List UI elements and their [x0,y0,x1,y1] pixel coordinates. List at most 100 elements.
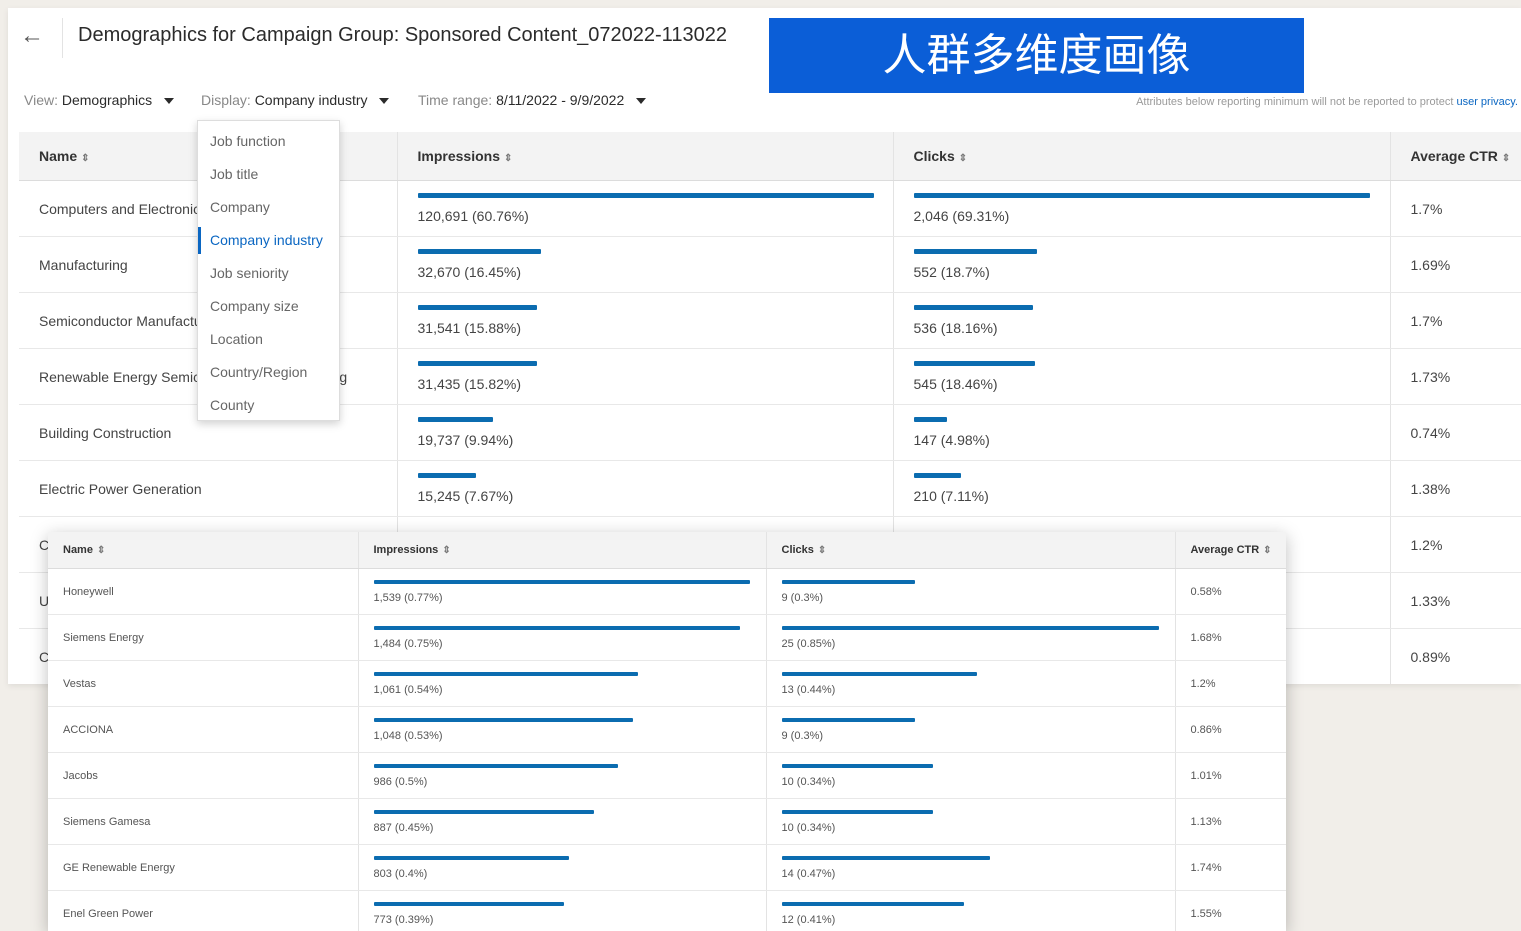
bar-fill [913,249,1037,254]
column-header-name[interactable]: Name ⇕ [48,532,358,569]
back-button[interactable]: ← [18,22,46,50]
clicks-cell-text: 536 (18.16%) [913,320,998,336]
time-range-filter[interactable]: Time range: 8/11/2022 - 9/9/2022 [418,92,647,108]
view-filter[interactable]: View: Demographics [24,92,175,108]
dropdown-option[interactable]: Job function [198,125,339,158]
clicks-cell-text: 13 (0.44%) [781,683,836,696]
clicks-cell: 536 (18.16%) [892,292,1390,349]
sort-icon: ⇕ [503,153,513,164]
ctr-text: 0.74% [1410,424,1451,441]
display-filter[interactable]: Display: Company industry [201,92,390,108]
clicks-cell: 14 (0.47%) [765,844,1175,891]
dropdown-option[interactable]: Job seniority [198,257,339,290]
column-header-clicks[interactable]: Clicks ⇕ [765,532,1175,569]
ctr-text: 1.7% [1410,200,1443,217]
sort-icon: ⇕ [81,153,90,164]
ctr-text: 0.89% [1410,648,1451,665]
ctr-cell: 1.01% [1174,752,1286,799]
impressions-cell-text: 15,245 (7.67%) [417,488,514,504]
ctr-cell: 1.2% [1174,660,1286,707]
bar-fill [913,417,947,422]
row-name: GE Renewable Energy [48,844,358,891]
clicks-cell: 12 (0.41%) [765,890,1175,931]
bar-fill [373,717,633,722]
ctr-text: 1.55% [1190,907,1222,920]
row-name: Honeywell [48,568,358,615]
clicks-cell: 147 (4.98%) [892,404,1390,461]
impressions-cell-text: 1,061 (0.54%) [373,683,443,696]
row-name-text: Honeywell [63,585,114,598]
clicks-cell-text: 10 (0.34%) [781,775,836,788]
ctr-text: 1.2% [1410,536,1443,553]
caret-down-icon [379,98,390,105]
dropdown-option[interactable]: Company industry [198,224,339,257]
ctr-cell: 0.86% [1174,706,1286,753]
dropdown-option[interactable]: Country/Region [198,356,339,389]
ctr-text: 1.2% [1190,677,1216,690]
display-filter-label: Display: [201,92,251,108]
impressions-cell-text: 773 (0.39%) [373,913,434,926]
ctr-cell: 0.58% [1174,568,1286,615]
clicks-cell: 10 (0.34%) [765,752,1175,799]
impressions-cell: 32,670 (16.45%) [396,236,893,293]
column-header-impressions[interactable]: Impressions ⇕ [396,132,893,181]
impressions-cell-text: 1,539 (0.77%) [373,591,443,604]
ctr-cell: 1.2% [1389,516,1521,573]
clicks-cell: 25 (0.85%) [765,614,1175,661]
table-row[interactable]: Siemens Gamesa 887 (0.45%) 10 (0.34%) 1.13% [48,798,1286,845]
row-name-text: Manufacturing [39,256,128,273]
header-divider [62,18,63,58]
dropdown-option[interactable]: Job title [198,158,339,191]
sort-icon: ⇕ [1501,153,1511,164]
row-name-text: Vestas [63,677,97,690]
table-row[interactable]: Honeywell 1,539 (0.77%) 9 (0.3%) 0.58% [48,568,1286,615]
impressions-cell: 120,691 (60.76%) [396,180,893,237]
impressions-cell: 986 (0.5%) [357,752,766,799]
ctr-text: 1.7% [1410,312,1443,329]
impressions-cell-text: 120,691 (60.76%) [417,208,529,224]
column-header-label: Name [63,544,93,556]
impressions-cell-text: 887 (0.45%) [373,821,434,834]
row-name: Vestas [48,660,358,707]
table-row[interactable]: GE Renewable Energy 803 (0.4%) 14 (0.47%) 1… [48,844,1286,891]
table-row[interactable]: ACCIONA 1,048 (0.53%) 9 (0.3%) 0.86% [48,706,1286,753]
clicks-cell-text: 10 (0.34%) [781,821,836,834]
user-privacy-link[interactable]: user privacy. [1456,96,1518,108]
column-header-ctr[interactable]: Average CTR ⇕ [1174,532,1286,569]
dropdown-option[interactable]: Company [198,191,339,224]
impressions-cell: 31,435 (15.82%) [396,348,893,405]
table-row[interactable]: Jacobs 986 (0.5%) 10 (0.34%) 1.01% [48,752,1286,799]
dropdown-option[interactable]: Location [198,323,339,356]
impressions-cell: 773 (0.39%) [357,890,766,931]
ctr-text: 1.01% [1190,769,1222,782]
dropdown-option[interactable]: County [198,389,339,422]
bar-fill [373,901,564,906]
row-name: Enel Green Power [48,890,358,931]
clicks-cell: 552 (18.7%) [892,236,1390,293]
ctr-text: 1.68% [1190,631,1222,644]
table-row[interactable]: Electric Power Generation 15,245 (7.67%) 2… [19,460,1521,517]
column-header-ctr[interactable]: Average CTR ⇕ [1389,132,1521,181]
bar-fill [373,855,569,860]
impressions-cell: 1,484 (0.75%) [357,614,766,661]
bar-fill [781,763,933,768]
row-name-text: ACCIONA [63,723,114,736]
ctr-cell: 0.89% [1389,628,1521,684]
table-row[interactable]: Siemens Energy 1,484 (0.75%) 25 (0.85%) 1.6… [48,614,1286,661]
dropdown-option[interactable]: Company size [198,290,339,323]
bar-fill [417,305,537,310]
time-range-value: 8/11/2022 - 9/9/2022 [496,92,625,108]
column-header-impressions[interactable]: Impressions ⇕ [357,532,766,569]
impressions-cell-text: 31,435 (15.82%) [417,376,522,392]
table-row[interactable]: Enel Green Power 773 (0.39%) 12 (0.41%) 1.5… [48,890,1286,931]
clicks-cell-text: 210 (7.11%) [913,488,989,504]
clicks-cell-text: 12 (0.41%) [781,913,836,926]
clicks-cell: 10 (0.34%) [765,798,1175,845]
table-row[interactable]: Vestas 1,061 (0.54%) 13 (0.44%) 1.2% [48,660,1286,707]
column-header-clicks[interactable]: Clicks ⇕ [892,132,1390,181]
sort-icon: ⇕ [817,545,827,556]
impressions-cell: 1,061 (0.54%) [357,660,766,707]
ctr-cell: 0.74% [1389,404,1521,461]
caret-down-icon [164,98,175,105]
row-name-text: Jacobs [63,769,98,782]
